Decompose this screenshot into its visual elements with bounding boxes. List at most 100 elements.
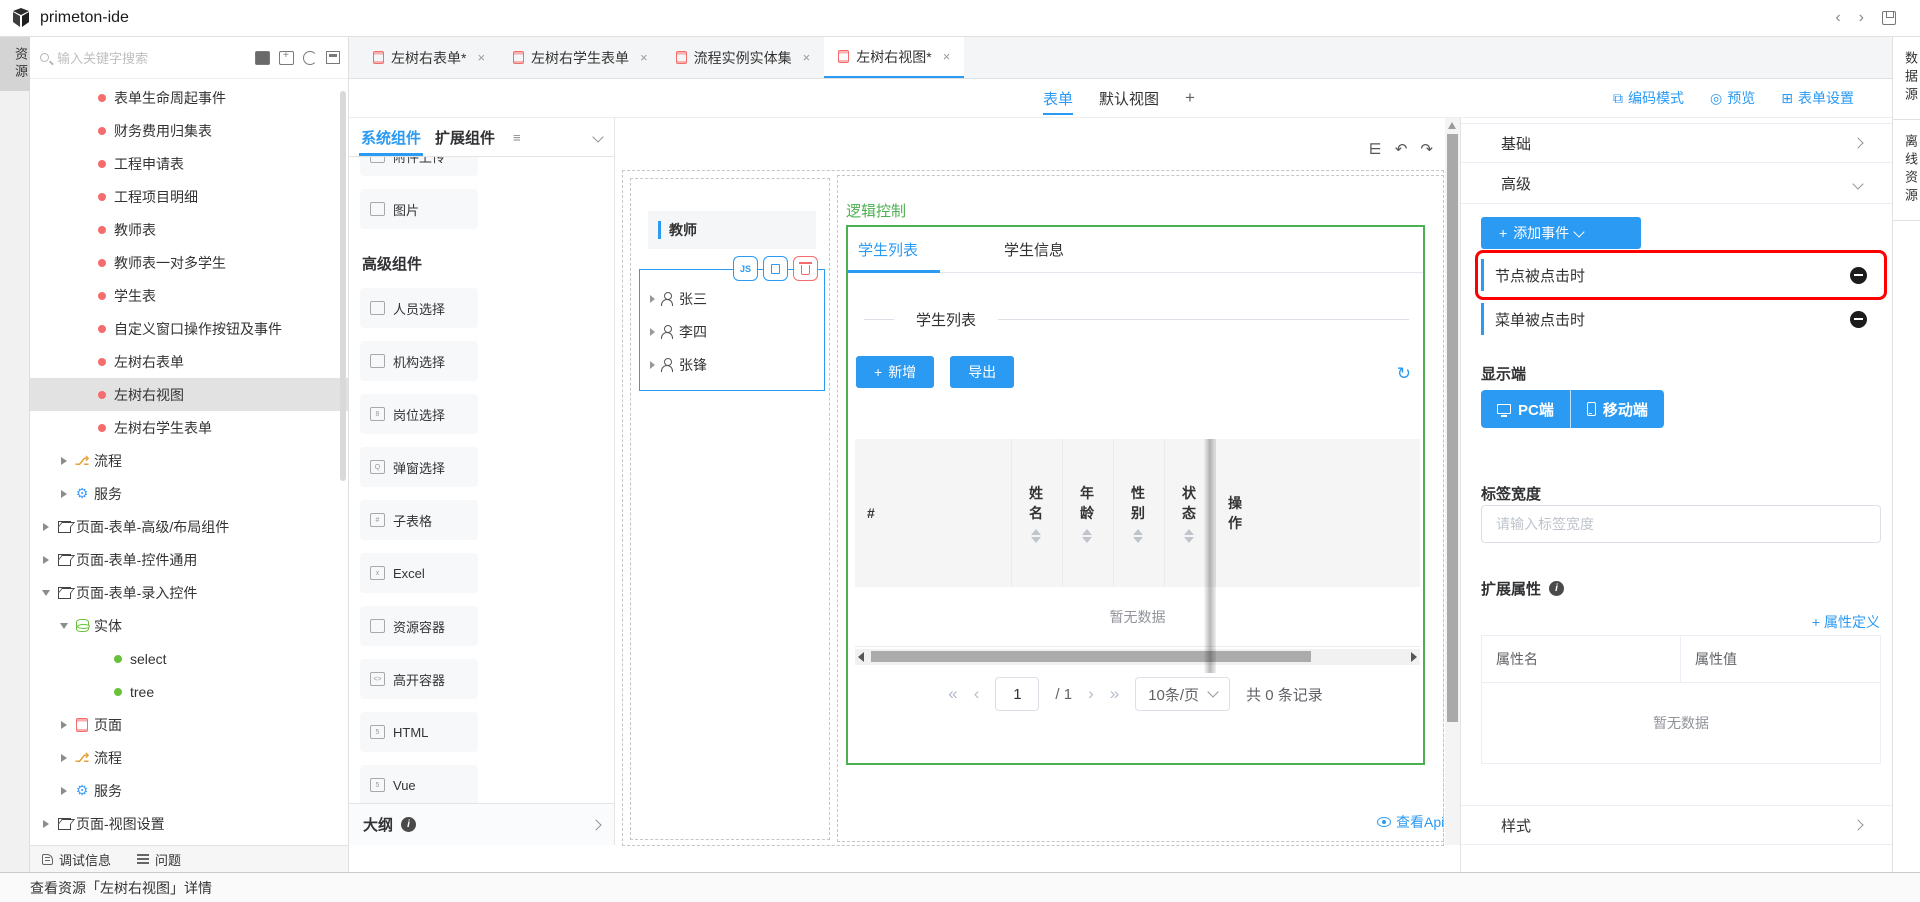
palette-item[interactable]: Q 弹窗选择	[360, 447, 478, 487]
table-header-cell[interactable]: 性别	[1114, 439, 1165, 587]
expand-arrow-icon[interactable]	[650, 361, 655, 369]
preview-button[interactable]: ◎预览	[1710, 88, 1755, 108]
export-button[interactable]: 导出	[950, 356, 1014, 388]
code-mode-button[interactable]: ⧉编码模式	[1613, 88, 1684, 108]
label-width-input[interactable]	[1481, 505, 1881, 543]
search-input[interactable]: 输入关键字搜索	[57, 48, 255, 67]
scroll-left-icon[interactable]	[858, 652, 864, 662]
tree-item[interactable]: 页面	[30, 708, 348, 741]
tab-student-info[interactable]: 学生信息	[994, 227, 1074, 272]
view-api-link[interactable]: 查看Api	[1377, 812, 1444, 832]
tree-arrow-icon[interactable]	[56, 457, 72, 465]
tree-item[interactable]: 页面-表单-控件通用	[30, 543, 348, 576]
problems-button[interactable]: 问题	[137, 850, 181, 869]
close-tab-icon[interactable]: ×	[640, 50, 648, 65]
tree-arrow-icon[interactable]	[56, 623, 72, 629]
sort-icons[interactable]	[1133, 529, 1143, 543]
tree-item[interactable]: 服务	[30, 774, 348, 807]
close-tab-icon[interactable]: ×	[803, 50, 811, 65]
tree-item[interactable]: 学生表	[30, 279, 348, 312]
tab-default-view[interactable]: 默认视图	[1099, 80, 1159, 117]
close-tab-icon[interactable]: ×	[477, 50, 485, 65]
offline-resource-strip-tab[interactable]: 离线资源	[1893, 120, 1920, 221]
datasource-strip-tab[interactable]: 数据源	[1893, 37, 1920, 120]
sort-icons[interactable]	[1031, 529, 1041, 543]
sort-asc-icon[interactable]	[1184, 529, 1194, 535]
close-tab-icon[interactable]: ×	[943, 49, 951, 64]
sort-asc-icon[interactable]	[1031, 529, 1041, 535]
palette-item[interactable]: <> 高开容器	[360, 659, 478, 699]
scroll-right-icon[interactable]	[1411, 652, 1417, 662]
tree-item[interactable]: 左树右视图	[30, 378, 348, 411]
palette-item[interactable]: 附件上传	[360, 157, 478, 176]
tree-arrow-icon[interactable]	[38, 523, 54, 531]
logic-control-widget[interactable]: 学生列表 学生信息 学生列表 +新增 导出 ↻ #	[846, 225, 1425, 765]
tree-item[interactable]: 工程申请表	[30, 147, 348, 180]
table-header-cell[interactable]: 状态	[1165, 439, 1216, 587]
property-define-link[interactable]: + 属性定义	[1812, 612, 1880, 632]
file-tab[interactable]: 左树右视图* ×	[824, 37, 964, 78]
tree-item[interactable]: 流程	[30, 741, 348, 774]
resources-strip-tab[interactable]: 资源	[0, 37, 30, 91]
table-horizontal-scrollbar[interactable]	[855, 649, 1420, 665]
sort-asc-icon[interactable]	[1133, 529, 1143, 535]
tree-arrow-icon[interactable]	[38, 820, 54, 828]
tab-form[interactable]: 表单	[1043, 80, 1073, 117]
palette-item[interactable]: 8 岗位选择	[360, 394, 478, 434]
sort-desc-icon[interactable]	[1082, 537, 1092, 543]
tree-item[interactable]: 教师表一对多学生	[30, 246, 348, 279]
prev-page-button[interactable]: ‹	[974, 684, 980, 704]
file-tab[interactable]: 左树右表单* ×	[359, 37, 499, 78]
scroll-up-icon[interactable]	[1448, 122, 1456, 129]
tree-arrow-icon[interactable]	[56, 754, 72, 762]
teacher-tree-node[interactable]: 张三	[640, 282, 824, 315]
palette-item[interactable]: 图片	[360, 189, 478, 229]
section-advanced[interactable]: 高级	[1461, 164, 1892, 204]
pc-side-button[interactable]: PC端	[1481, 390, 1571, 428]
sort-desc-icon[interactable]	[1031, 537, 1041, 543]
collapse-all-icon[interactable]	[326, 51, 340, 64]
mobile-side-button[interactable]: 移动端	[1571, 390, 1664, 428]
scrollbar-thumb[interactable]	[871, 651, 1311, 662]
next-page-button[interactable]: ›	[1088, 684, 1094, 704]
tree-arrow-icon[interactable]	[56, 721, 72, 729]
palette-item[interactable]: 5 HTML	[360, 712, 478, 752]
undo-icon[interactable]: ↶	[1395, 140, 1408, 158]
tree-item[interactable]: 自定义窗口操作按钮及事件	[30, 312, 348, 345]
tab-extend-components[interactable]: 扩展组件	[435, 119, 495, 156]
tree-item[interactable]: 服务	[30, 477, 348, 510]
palette-item[interactable]: 机构选择	[360, 341, 478, 381]
selected-tree-widget[interactable]: JS 张三 李四	[639, 269, 825, 391]
tab-student-list[interactable]: 学生列表	[848, 227, 928, 272]
section-style[interactable]: 样式	[1461, 805, 1892, 845]
sort-desc-icon[interactable]	[1133, 537, 1143, 543]
expand-arrow-icon[interactable]	[650, 295, 655, 303]
section-basic[interactable]: 基础	[1461, 123, 1892, 163]
refresh-icon[interactable]	[303, 51, 317, 65]
import-icon[interactable]	[255, 51, 270, 65]
tree-item[interactable]: 页面-视图设置	[30, 807, 348, 840]
remove-event-icon[interactable]	[1850, 311, 1867, 328]
canvas-scrollbar[interactable]	[1445, 118, 1460, 845]
file-tab[interactable]: 左树右学生表单 ×	[499, 37, 662, 78]
form-settings-button[interactable]: ⊞表单设置	[1781, 88, 1854, 108]
delete-widget-button[interactable]	[793, 256, 818, 281]
tree-item[interactable]: 左树右学生表单	[30, 411, 348, 444]
tab-system-components[interactable]: 系统组件	[361, 119, 421, 156]
outline-list-icon[interactable]: ⋿	[1369, 140, 1382, 158]
remove-event-icon[interactable]	[1850, 267, 1867, 284]
tree-item[interactable]: select	[30, 642, 348, 675]
tree-item[interactable]: 实体	[30, 609, 348, 642]
tree-item[interactable]: tree	[30, 675, 348, 708]
palette-item[interactable]: # 子表格	[360, 500, 478, 540]
teacher-tree-node[interactable]: 张锋	[640, 348, 824, 381]
sort-desc-icon[interactable]	[1184, 537, 1194, 543]
nav-back-icon[interactable]: ‹	[1835, 9, 1840, 27]
palette-collapse-icon[interactable]	[592, 131, 603, 142]
debug-info-button[interactable]: 调试信息	[42, 850, 111, 869]
table-header-cell[interactable]: 姓名	[1012, 439, 1063, 587]
file-tab[interactable]: 流程实例实体集 ×	[662, 37, 825, 78]
tree-arrow-icon[interactable]	[38, 556, 54, 564]
table-header-cell[interactable]: 操作	[1216, 439, 1420, 587]
outline-expand-icon[interactable]	[590, 819, 601, 830]
